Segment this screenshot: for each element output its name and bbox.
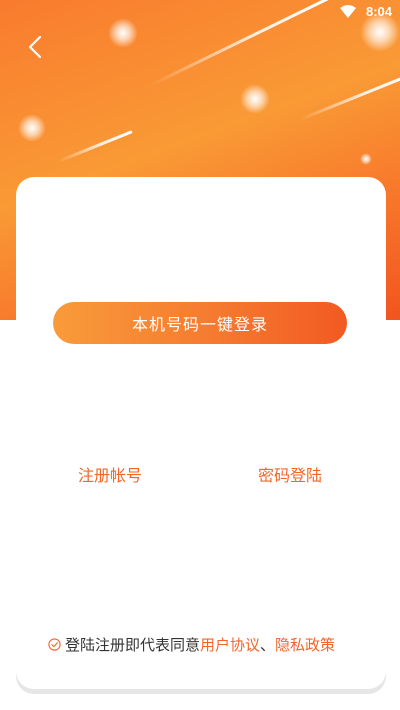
wifi-icon [340,5,356,18]
password-login-link[interactable]: 密码登陆 [258,462,322,486]
sparkle [360,153,372,165]
register-link[interactable]: 注册帐号 [78,462,142,486]
status-bar: 8:04 [0,0,400,24]
check-circle-icon[interactable] [48,637,61,651]
privacy-policy-link[interactable]: 隐私政策 [275,634,335,655]
chevron-left-icon [28,35,42,59]
sparkle [240,84,270,114]
login-card [16,177,386,689]
sparkle [18,114,46,142]
back-button[interactable] [20,32,50,62]
light-streak [299,73,400,121]
agreement-row: 登陆注册即代表同意 用户协议 、 隐私政策 [48,633,335,655]
status-time: 8:04 [365,4,392,19]
agreement-text: 登陆注册即代表同意 [65,635,201,654]
agreement-separator: 、 [260,635,276,654]
user-agreement-link[interactable]: 用户协议 [200,634,260,655]
light-streak [57,130,133,163]
one-tap-login-button[interactable]: 本机号码一键登录 [53,302,347,344]
